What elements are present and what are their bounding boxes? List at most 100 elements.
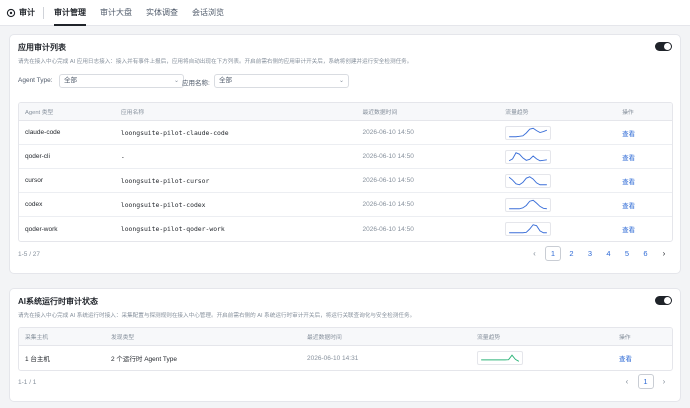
table-header: Agent 类型 应用名称 最近数据时间 流量趋势 操作 [19,103,672,121]
agent-type-cell: cursor [25,177,44,184]
last-data-time-cell: 2026-06-10 14:50 [362,129,414,136]
col-last-data-time: 最近数据时间 [362,110,398,116]
col-actions: 操作 [619,335,631,341]
col-actions: 操作 [622,110,634,116]
app-name-filter-label: 应用名称: [182,80,210,87]
col-host: 采集主机 [25,335,49,341]
traffic-trend-cell [505,125,622,140]
app-name-select-value: 全部 [219,77,232,84]
page-button[interactable]: 5 [619,246,635,261]
agent-type-cell: codex [25,201,43,208]
tab-audit-management[interactable]: 审计管理 [54,0,86,26]
runtime-audit-description: 请先在接入中心完成 AI 系统运行时接入：采集配置与探测规则在接入中心管理。开启… [18,313,416,319]
traffic-trend-cell [505,222,622,236]
page-button[interactable]: 2 [564,246,580,261]
page-button[interactable]: 1 [545,246,561,261]
agent-type-select[interactable]: 全部 ⌄ [59,74,184,88]
page-button[interactable]: 4 [601,246,617,261]
col-app-name: 应用名称 [120,110,145,116]
prev-page-icon[interactable]: ‹ [527,246,543,261]
app-audit-title: 应用审计列表 [18,43,66,52]
next-page-icon[interactable]: › [656,246,672,261]
view-link[interactable]: 查看 [622,152,672,162]
app-name-cell: loongsuite-pilot-claude-code [120,128,229,137]
agent-type-filter-label: Agent Type: [18,77,53,84]
traffic-trend-cell [505,197,622,212]
table-row: cursor loongsuite-pilot-cursor 2026-06-10 … [19,169,672,193]
table-row: qoder-cli - 2026-06-10 14:50 查看 [19,145,672,169]
brand-label: 审计 [19,8,35,17]
top-nav-bar: 审计 审计管理 审计大盘 实体调查 会话浏览 [0,0,690,26]
runtime-audit-title: AI系统运行时审计状态 [18,297,98,306]
table-row: claude-code loongsuite-pilot-claude-code 2… [19,121,672,145]
last-data-time-cell: 2026-06-10 14:50 [362,225,414,233]
sparkline-series [509,199,548,209]
table-row: 1 台主机 2 个运行时 Agent Type 2026-06-10 14:31 查看 [19,346,672,370]
app-name-cell: loongsuite-pilot-cursor [120,176,210,185]
sparkline-series [509,175,548,185]
agent-type-select-value: 全部 [64,77,77,84]
nav-divider [43,6,44,19]
view-link[interactable]: 查看 [622,200,672,210]
col-last-data-time: 最近数据时间 [307,335,342,341]
view-link[interactable]: 查看 [622,128,672,138]
app-audit-table: Agent 类型 应用名称 最近数据时间 流量趋势 操作 claude-code… [18,102,673,242]
col-traffic-trend: 流量趋势 [477,335,501,341]
traffic-sparkline [477,351,523,365]
last-data-time-cell: 2026-06-10 14:31 [307,354,359,362]
agent-type-cell: claude-code [25,129,61,136]
traffic-sparkline [505,173,552,188]
traffic-sparkline [505,222,552,236]
app-name-select[interactable]: 全部 ⌄ [214,74,349,88]
last-data-time-cell: 2026-06-10 14:50 [362,153,414,160]
agent-type-cell: qoder-work [25,225,58,233]
chevron-down-icon: ⌄ [338,78,344,84]
next-page-icon[interactable]: › [656,374,672,389]
app-name-cell: loongsuite-pilot-codex [120,200,206,209]
shield-gear-icon [6,8,16,17]
host-cell: 1 台主机 [25,356,50,363]
app-name-cell: loongsuite-pilot-qoder-work [120,225,225,233]
traffic-trend-cell [505,173,622,188]
last-data-time-cell: 2026-06-10 14:50 [362,177,414,184]
page-button[interactable]: 3 [582,246,598,261]
prev-page-icon[interactable]: ‹ [619,374,635,389]
traffic-trend-cell [505,149,622,164]
sparkline-series [509,151,548,161]
tab-session-browse[interactable]: 会话浏览 [192,0,224,26]
table-row: codex loongsuite-pilot-codex 2026-06-10 14… [19,193,672,217]
table-row: qoder-work loongsuite-pilot-qoder-work 202… [19,217,672,241]
runtime-audit-card: AI系统运行时审计状态 请先在接入中心完成 AI 系统运行时接入：采集配置与探测… [9,288,681,402]
traffic-sparkline [505,149,552,164]
sparkline-series [509,224,548,234]
runtime-audit-table: 采集主机 发现类型 最近数据时间 流量趋势 操作 1 台主机 2 个运行时 Age… [18,327,673,371]
tab-entity-investigation[interactable]: 实体调查 [146,0,178,26]
traffic-sparkline [505,125,552,140]
page-button[interactable]: 6 [638,246,654,261]
runtime-pager-total: 1-1 / 1 [18,379,37,386]
app-pager-total: 1-5 / 27 [18,251,41,258]
chevron-down-icon: ⌄ [173,78,179,84]
runtime-pagination: ‹ 1 › [617,374,673,389]
col-traffic-trend: 流量趋势 [505,110,529,116]
app-audit-toggle[interactable] [655,42,672,51]
discovery-type-cell: 2 个运行时 Agent Type [111,356,177,363]
app-audit-card: 应用审计列表 请先在接入中心完成 AI 应用日志接入：接入并有事件上报后，应用将… [9,34,681,274]
sparkline-series [509,127,548,137]
runtime-audit-toggle[interactable] [655,296,672,305]
view-link[interactable]: 查看 [619,353,669,363]
app-name-cell: - [120,152,125,161]
view-link[interactable]: 查看 [622,176,672,186]
last-data-time-cell: 2026-06-10 14:50 [362,201,414,208]
sparkline-series [481,354,520,362]
app-pagination: ‹ 123456 › [524,246,672,261]
app-audit-description: 请先在接入中心完成 AI 应用日志接入：接入并有事件上报后，应用将自动出现在下方… [18,59,413,65]
traffic-trend-cell [477,351,619,365]
col-agent-type: Agent 类型 [25,110,54,116]
traffic-sparkline [505,197,552,212]
col-discovery-type: 发现类型 [111,335,135,341]
tab-audit-dashboard[interactable]: 审计大盘 [100,0,132,26]
brand: 审计 [6,7,35,18]
view-link[interactable]: 查看 [622,224,672,234]
page-button[interactable]: 1 [637,374,654,389]
